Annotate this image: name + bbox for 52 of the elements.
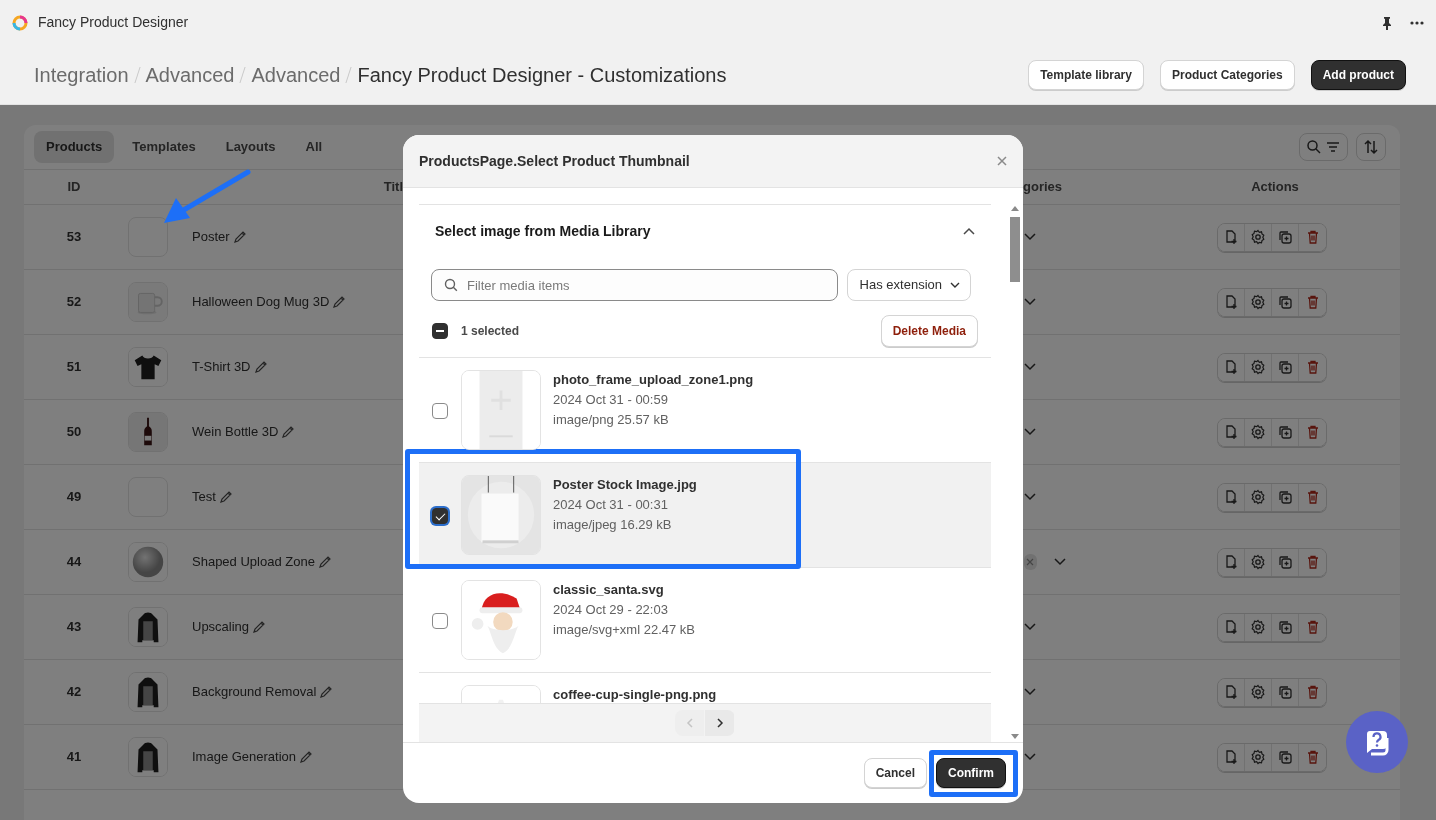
- product-id: 51: [65, 358, 83, 377]
- header-button[interactable]: Add product: [1310, 59, 1406, 90]
- breadcrumb-link[interactable]: Advanced: [145, 59, 235, 90]
- product-id: 43: [65, 618, 83, 637]
- product-id: 49: [65, 488, 83, 507]
- file-date: 2024 Oct 29 - 22:03: [553, 601, 669, 619]
- column-header: Actions: [1251, 179, 1299, 195]
- product-title: Poster: [192, 228, 230, 247]
- section-title: Select image from Media Library: [435, 221, 651, 241]
- product-title: Halloween Dog Mug 3D: [192, 293, 330, 312]
- file-info: image/png 25.57 kB: [553, 411, 670, 429]
- breadcrumb-link[interactable]: Integration: [34, 59, 129, 90]
- breadcrumb-link[interactable]: Advanced: [251, 59, 341, 90]
- file-name: photo_frame_upload_zone1.png: [553, 371, 754, 389]
- product-title: T-Shirt 3D: [192, 358, 251, 377]
- file-info: image/svg+xml 22.47 kB: [553, 621, 695, 639]
- selection-count: 1 selected: [461, 323, 521, 340]
- header-button[interactable]: Template library: [1028, 59, 1144, 90]
- app-title: Fancy Product Designer: [38, 13, 189, 32]
- delete-button[interactable]: Delete Media: [880, 315, 978, 347]
- header-button[interactable]: Product Categories: [1159, 59, 1295, 90]
- product-title: Wein Bottle 3D: [192, 423, 279, 442]
- product-id: 53: [65, 228, 83, 247]
- product-title: Test: [192, 488, 216, 507]
- product-id: 42: [65, 683, 83, 702]
- filter-dropdown[interactable]: Has extension: [846, 269, 971, 301]
- product-title: Upscaling: [192, 618, 250, 637]
- product-id: 44: [65, 553, 83, 572]
- column-header: Titl: [383, 179, 403, 195]
- product-title: Background Removal: [192, 683, 317, 702]
- product-id: 50: [65, 423, 83, 442]
- breadcrumb-current: Fancy Product Designer - Customizations: [357, 62, 727, 88]
- search-field[interactable]: Filter media items: [431, 269, 838, 301]
- product-id: 52: [65, 293, 83, 312]
- product-id: 41: [65, 748, 83, 767]
- product-title: Shaped Upload Zone: [192, 553, 315, 572]
- file-name: classic_santa.svg: [553, 581, 665, 599]
- confirm-button[interactable]: Confirm: [936, 758, 1006, 788]
- tab[interactable]: All: [293, 131, 335, 163]
- column-header: ID: [67, 179, 81, 195]
- file-name: coffee-cup-single-png.png: [553, 686, 717, 703]
- dialog-title: ProductsPage.Select Product Thumbnail: [419, 151, 691, 171]
- product-title: Image Generation: [192, 748, 297, 767]
- file-name: Poster Stock Image.jpg: [553, 476, 697, 494]
- file-date: 2024 Oct 31 - 00:59: [553, 391, 669, 409]
- tab[interactable]: Layouts: [213, 131, 288, 163]
- tab[interactable]: Templates: [120, 131, 208, 163]
- file-info: image/jpeg 16.29 kB: [553, 516, 673, 534]
- tab[interactable]: Products: [34, 131, 115, 163]
- file-date: 2024 Oct 31 - 00:31: [553, 496, 669, 514]
- cancel-button[interactable]: Cancel: [863, 758, 927, 788]
- column-header: gories: [1023, 179, 1062, 195]
